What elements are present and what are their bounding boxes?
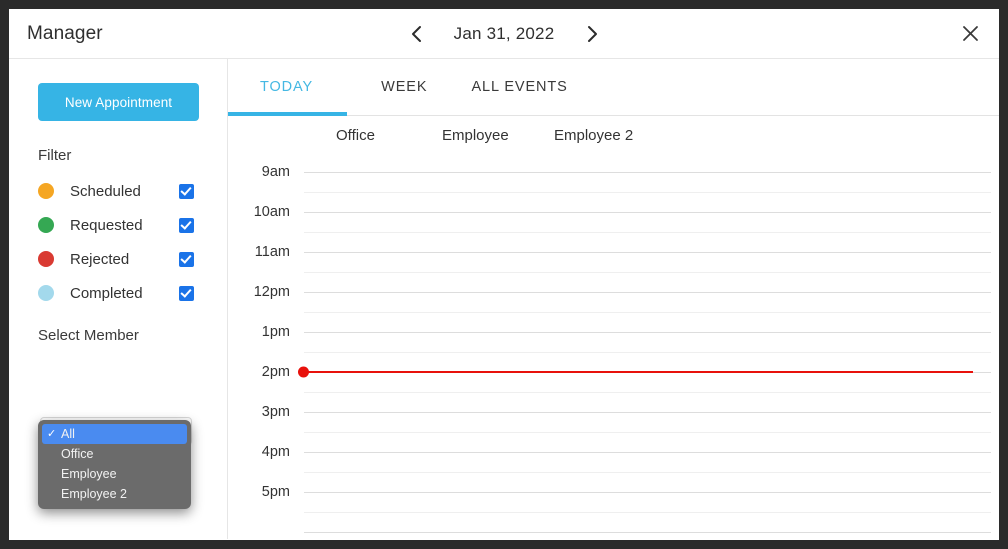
hour-gridline (304, 412, 991, 413)
dropdown-option[interactable]: ✓ All (42, 424, 187, 444)
filter-list: Scheduled Requested Rejected Completed (9, 174, 227, 310)
main-panel: TODAY WEEK ALL EVENTS Office Employee Em… (228, 59, 999, 539)
check-icon: ✓ (47, 427, 57, 440)
status-dot (38, 217, 54, 233)
column-header-employee: Employee (442, 126, 509, 144)
filter-checkbox[interactable] (179, 183, 194, 199)
hour-gridline (304, 452, 991, 453)
member-dropdown-menu[interactable]: ✓ All Office Employee Employee 2 (38, 420, 191, 509)
filter-label: Scheduled (70, 182, 141, 200)
current-date-label: Jan 31, 2022 (453, 23, 555, 43)
close-icon[interactable] (955, 19, 985, 49)
manager-window: Manager Jan 31, 2022 New Appointment Fil… (9, 9, 999, 540)
hour-gridline (304, 212, 991, 213)
half-hour-gridline (304, 512, 991, 513)
filter-label: Requested (70, 216, 143, 234)
dropdown-option-label: Employee (61, 466, 117, 481)
sidebar: New Appointment Filter Scheduled Requeste… (9, 59, 228, 539)
half-hour-gridline (304, 352, 991, 353)
page-title: Manager (27, 22, 103, 44)
filter-label: Rejected (70, 250, 130, 268)
hour-label: 5pm (261, 484, 290, 500)
half-hour-gridline (304, 472, 991, 473)
hour-gridline (304, 332, 991, 333)
dropdown-option-label: Office (61, 446, 94, 461)
current-time-marker (298, 366, 309, 378)
filter-row[interactable]: Scheduled (9, 174, 227, 208)
dropdown-option[interactable]: Employee (42, 464, 187, 484)
tab-week[interactable]: WEEK (381, 79, 427, 95)
hour-label: 10am (253, 204, 290, 220)
hour-gridline (304, 252, 991, 253)
hour-label: 4pm (261, 444, 290, 460)
filter-row[interactable]: Completed (9, 276, 227, 310)
hour-label: 2pm (261, 364, 290, 380)
dropdown-option-label: Employee 2 (61, 486, 128, 501)
half-hour-gridline (304, 312, 991, 313)
status-dot (38, 251, 54, 267)
filter-checkbox[interactable] (179, 251, 194, 267)
column-header-employee-2: Employee 2 (554, 126, 634, 144)
calendar-column-headers: Office Employee Employee 2 (228, 116, 999, 154)
filter-section-title: Filter (38, 147, 72, 164)
half-hour-gridline (304, 192, 991, 193)
filter-checkbox[interactable] (179, 285, 194, 301)
half-hour-gridline (304, 432, 991, 433)
half-hour-gridline (304, 392, 991, 393)
hour-gridline (304, 292, 991, 293)
chevron-left-icon[interactable] (405, 21, 427, 47)
dropdown-option[interactable]: Employee 2 (42, 484, 187, 504)
new-appointment-button[interactable]: New Appointment (38, 83, 199, 121)
dropdown-option-label: All (61, 426, 75, 441)
dropdown-option[interactable]: Office (42, 444, 187, 464)
select-member-label: Select Member (38, 327, 139, 344)
filter-row[interactable]: Requested (9, 208, 227, 242)
hour-gridline (304, 532, 991, 533)
tab-today[interactable]: TODAY (260, 79, 313, 95)
calendar-grid[interactable]: 9am 10am 11am 12pm 1pm 2pm 3pm 4pm 5pm (228, 154, 999, 533)
title-bar: Manager Jan 31, 2022 (9, 9, 999, 59)
filter-checkbox[interactable] (179, 217, 194, 233)
window-body: New Appointment Filter Scheduled Requeste… (9, 59, 999, 539)
half-hour-gridline (304, 272, 991, 273)
filter-label: Completed (70, 284, 143, 302)
tab-all-events[interactable]: ALL EVENTS (471, 79, 567, 95)
chevron-right-icon[interactable] (581, 21, 603, 47)
hour-label: 3pm (261, 404, 290, 420)
current-time-line (298, 366, 973, 378)
hour-label: 9am (261, 164, 290, 180)
hour-label: 11am (254, 244, 290, 260)
filter-row[interactable]: Rejected (9, 242, 227, 276)
date-navigation: Jan 31, 2022 (405, 21, 603, 47)
status-dot (38, 285, 54, 301)
hour-gridline (304, 492, 991, 493)
column-header-office: Office (336, 126, 375, 144)
tab-active-indicator (228, 112, 347, 116)
hour-label: 12pm (253, 284, 290, 300)
hour-gridline (304, 172, 991, 173)
half-hour-gridline (304, 232, 991, 233)
hour-label: 1pm (261, 324, 290, 340)
tab-bar: TODAY WEEK ALL EVENTS (228, 59, 999, 116)
status-dot (38, 183, 54, 199)
